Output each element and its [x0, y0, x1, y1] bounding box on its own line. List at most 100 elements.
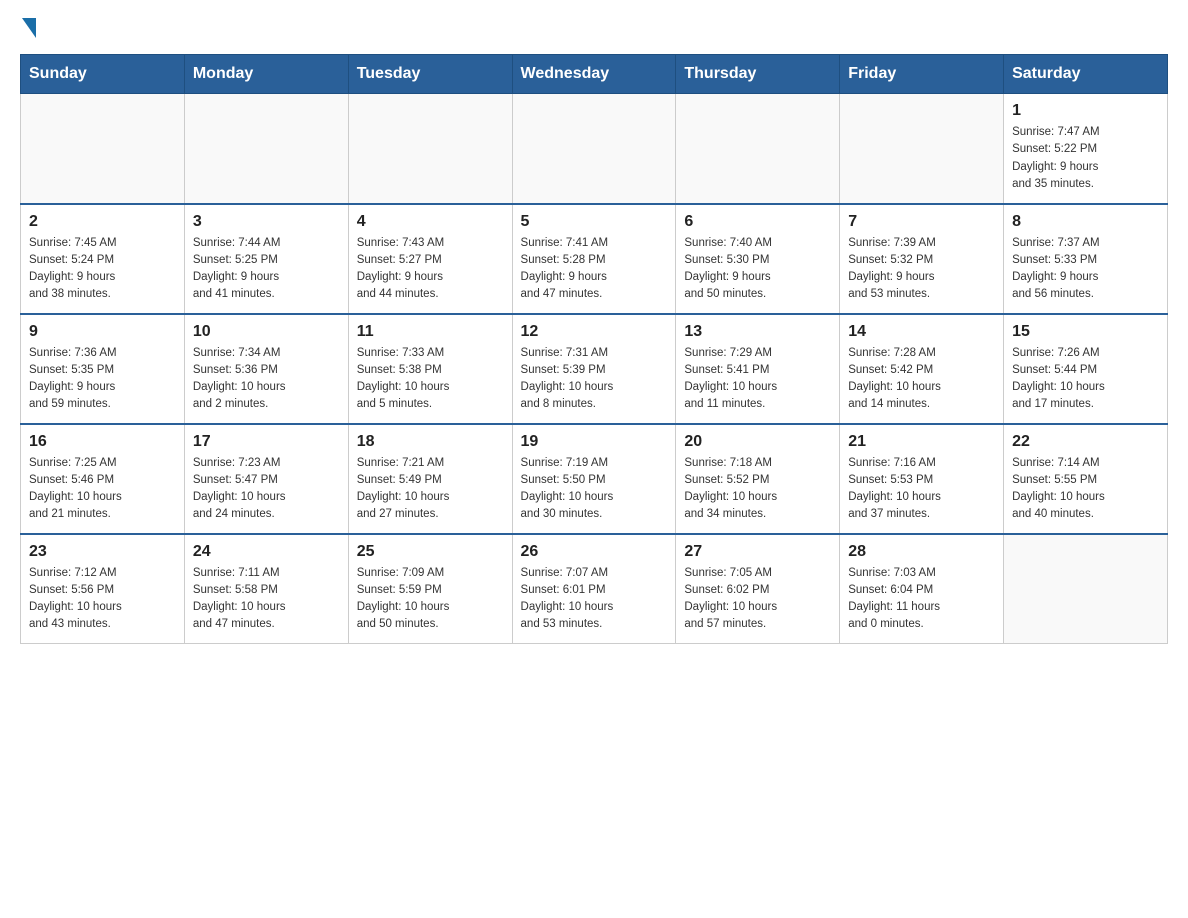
day-info: Sunrise: 7:47 AM Sunset: 5:22 PM Dayligh…: [1012, 124, 1159, 193]
day-info: Sunrise: 7:16 AM Sunset: 5:53 PM Dayligh…: [848, 455, 995, 524]
day-number: 23: [29, 543, 176, 561]
day-info: Sunrise: 7:21 AM Sunset: 5:49 PM Dayligh…: [357, 455, 504, 524]
logo-text-block: [20, 20, 36, 38]
calendar-cell: 14 Sunrise: 7:28 AM Sunset: 5:42 PM Dayli…: [840, 314, 1004, 424]
calendar-week-row: 2 Sunrise: 7:45 AM Sunset: 5:24 PM Daylig…: [21, 204, 1168, 314]
weekday-header-row: SundayMondayTuesdayWednesdayThursdayFrid…: [21, 55, 1168, 94]
calendar-cell: 13 Sunrise: 7:29 AM Sunset: 5:41 PM Dayli…: [676, 314, 840, 424]
day-number: 15: [1012, 323, 1159, 341]
day-info: Sunrise: 7:09 AM Sunset: 5:59 PM Dayligh…: [357, 565, 504, 634]
day-info: Sunrise: 7:45 AM Sunset: 5:24 PM Dayligh…: [29, 235, 176, 304]
day-number: 26: [521, 543, 668, 561]
calendar-cell: 26 Sunrise: 7:07 AM Sunset: 6:01 PM Dayli…: [512, 534, 676, 644]
day-number: 17: [193, 433, 340, 451]
calendar-cell: [348, 94, 512, 204]
day-number: 11: [357, 323, 504, 341]
calendar-cell: 4 Sunrise: 7:43 AM Sunset: 5:27 PM Daylig…: [348, 204, 512, 314]
calendar-cell: 5 Sunrise: 7:41 AM Sunset: 5:28 PM Daylig…: [512, 204, 676, 314]
day-number: 18: [357, 433, 504, 451]
day-info: Sunrise: 7:41 AM Sunset: 5:28 PM Dayligh…: [521, 235, 668, 304]
day-number: 2: [29, 213, 176, 231]
calendar-cell: 1 Sunrise: 7:47 AM Sunset: 5:22 PM Daylig…: [1004, 94, 1168, 204]
calendar-cell: 15 Sunrise: 7:26 AM Sunset: 5:44 PM Dayli…: [1004, 314, 1168, 424]
calendar-cell: [676, 94, 840, 204]
day-info: Sunrise: 7:31 AM Sunset: 5:39 PM Dayligh…: [521, 345, 668, 414]
weekday-header-sunday: Sunday: [21, 55, 185, 94]
logo-arrow-icon: [22, 18, 36, 38]
calendar-cell: 27 Sunrise: 7:05 AM Sunset: 6:02 PM Dayli…: [676, 534, 840, 644]
page-header: [20, 20, 1168, 38]
day-number: 8: [1012, 213, 1159, 231]
weekday-header-tuesday: Tuesday: [348, 55, 512, 94]
day-number: 10: [193, 323, 340, 341]
weekday-header-saturday: Saturday: [1004, 55, 1168, 94]
calendar-cell: 7 Sunrise: 7:39 AM Sunset: 5:32 PM Daylig…: [840, 204, 1004, 314]
calendar-cell: 24Sunrise: 7:11 AM Sunset: 5:58 PM Dayli…: [184, 534, 348, 644]
calendar-cell: 28Sunrise: 7:03 AM Sunset: 6:04 PM Dayli…: [840, 534, 1004, 644]
calendar-cell: [840, 94, 1004, 204]
calendar-cell: 18 Sunrise: 7:21 AM Sunset: 5:49 PM Dayli…: [348, 424, 512, 534]
day-info: Sunrise: 7:37 AM Sunset: 5:33 PM Dayligh…: [1012, 235, 1159, 304]
day-info: Sunrise: 7:29 AM Sunset: 5:41 PM Dayligh…: [684, 345, 831, 414]
day-number: 14: [848, 323, 995, 341]
calendar-cell: 21 Sunrise: 7:16 AM Sunset: 5:53 PM Dayli…: [840, 424, 1004, 534]
day-info: Sunrise: 7:40 AM Sunset: 5:30 PM Dayligh…: [684, 235, 831, 304]
calendar-cell: 19 Sunrise: 7:19 AM Sunset: 5:50 PM Dayli…: [512, 424, 676, 534]
day-info: Sunrise: 7:34 AM Sunset: 5:36 PM Dayligh…: [193, 345, 340, 414]
calendar-cell: 2 Sunrise: 7:45 AM Sunset: 5:24 PM Daylig…: [21, 204, 185, 314]
day-info: Sunrise: 7:39 AM Sunset: 5:32 PM Dayligh…: [848, 235, 995, 304]
calendar-cell: [512, 94, 676, 204]
day-number: 13: [684, 323, 831, 341]
day-number: 16: [29, 433, 176, 451]
weekday-header-friday: Friday: [840, 55, 1004, 94]
day-info: Sunrise: 7:26 AM Sunset: 5:44 PM Dayligh…: [1012, 345, 1159, 414]
day-number: 1: [1012, 102, 1159, 120]
day-info: Sunrise: 7:18 AM Sunset: 5:52 PM Dayligh…: [684, 455, 831, 524]
calendar-cell: [21, 94, 185, 204]
day-number: 6: [684, 213, 831, 231]
day-number: 5: [521, 213, 668, 231]
calendar-cell: 9Sunrise: 7:36 AM Sunset: 5:35 PM Daylig…: [21, 314, 185, 424]
calendar-cell: 25 Sunrise: 7:09 AM Sunset: 5:59 PM Dayli…: [348, 534, 512, 644]
calendar-cell: 17 Sunrise: 7:23 AM Sunset: 5:47 PM Dayli…: [184, 424, 348, 534]
weekday-header-monday: Monday: [184, 55, 348, 94]
calendar-table: SundayMondayTuesdayWednesdayThursdayFrid…: [20, 54, 1168, 644]
day-number: 20: [684, 433, 831, 451]
logo: [20, 20, 36, 38]
day-number: 22: [1012, 433, 1159, 451]
calendar-week-row: 9Sunrise: 7:36 AM Sunset: 5:35 PM Daylig…: [21, 314, 1168, 424]
day-number: 19: [521, 433, 668, 451]
day-info: Sunrise: 7:28 AM Sunset: 5:42 PM Dayligh…: [848, 345, 995, 414]
day-number: 9: [29, 323, 176, 341]
day-info: Sunrise: 7:19 AM Sunset: 5:50 PM Dayligh…: [521, 455, 668, 524]
day-number: 24: [193, 543, 340, 561]
calendar-cell: 20 Sunrise: 7:18 AM Sunset: 5:52 PM Dayli…: [676, 424, 840, 534]
day-info: Sunrise: 7:05 AM Sunset: 6:02 PM Dayligh…: [684, 565, 831, 634]
day-number: 21: [848, 433, 995, 451]
day-info: Sunrise: 7:43 AM Sunset: 5:27 PM Dayligh…: [357, 235, 504, 304]
day-info: Sunrise: 7:23 AM Sunset: 5:47 PM Dayligh…: [193, 455, 340, 524]
calendar-cell: 11Sunrise: 7:33 AM Sunset: 5:38 PM Dayli…: [348, 314, 512, 424]
day-info: Sunrise: 7:44 AM Sunset: 5:25 PM Dayligh…: [193, 235, 340, 304]
day-info: Sunrise: 7:12 AM Sunset: 5:56 PM Dayligh…: [29, 565, 176, 634]
calendar-cell: 22 Sunrise: 7:14 AM Sunset: 5:55 PM Dayli…: [1004, 424, 1168, 534]
calendar-cell: [184, 94, 348, 204]
calendar-cell: 23 Sunrise: 7:12 AM Sunset: 5:56 PM Dayli…: [21, 534, 185, 644]
day-info: Sunrise: 7:14 AM Sunset: 5:55 PM Dayligh…: [1012, 455, 1159, 524]
calendar-week-row: 1 Sunrise: 7:47 AM Sunset: 5:22 PM Daylig…: [21, 94, 1168, 204]
calendar-cell: 12 Sunrise: 7:31 AM Sunset: 5:39 PM Dayli…: [512, 314, 676, 424]
day-info: Sunrise: 7:07 AM Sunset: 6:01 PM Dayligh…: [521, 565, 668, 634]
day-number: 4: [357, 213, 504, 231]
calendar-cell: 6 Sunrise: 7:40 AM Sunset: 5:30 PM Daylig…: [676, 204, 840, 314]
weekday-header-thursday: Thursday: [676, 55, 840, 94]
day-number: 27: [684, 543, 831, 561]
calendar-cell: 8 Sunrise: 7:37 AM Sunset: 5:33 PM Daylig…: [1004, 204, 1168, 314]
day-info: Sunrise: 7:25 AM Sunset: 5:46 PM Dayligh…: [29, 455, 176, 524]
day-info: Sunrise: 7:03 AM Sunset: 6:04 PM Dayligh…: [848, 565, 995, 634]
day-number: 12: [521, 323, 668, 341]
calendar-week-row: 23 Sunrise: 7:12 AM Sunset: 5:56 PM Dayli…: [21, 534, 1168, 644]
day-number: 7: [848, 213, 995, 231]
calendar-cell: 3Sunrise: 7:44 AM Sunset: 5:25 PM Daylig…: [184, 204, 348, 314]
day-number: 25: [357, 543, 504, 561]
calendar-cell: 16 Sunrise: 7:25 AM Sunset: 5:46 PM Dayli…: [21, 424, 185, 534]
